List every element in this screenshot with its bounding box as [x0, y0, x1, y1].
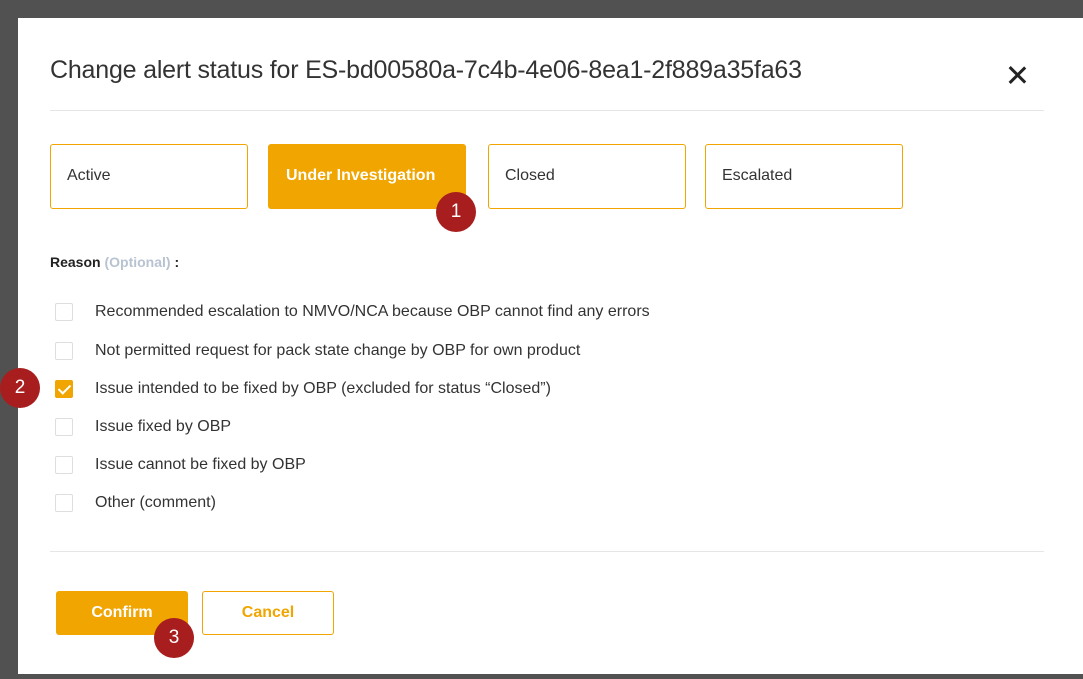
- close-icon[interactable]: [1002, 62, 1032, 92]
- reason-option-label: Issue fixed by OBP: [95, 418, 232, 435]
- cancel-button[interactable]: Cancel: [202, 591, 334, 635]
- status-option-under-investigation[interactable]: Under Investigation: [268, 144, 466, 209]
- status-option-active[interactable]: Active: [50, 144, 248, 209]
- step-marker-2: 2: [0, 368, 40, 408]
- reason-option-escalation[interactable]: Recommended escalation to NMVO/NCA becau…: [55, 301, 650, 323]
- reason-option-label: Recommended escalation to NMVO/NCA becau…: [95, 303, 650, 320]
- reason-option-cannot-fix[interactable]: Issue cannot be fixed by OBP: [55, 454, 306, 476]
- reason-colon: :: [174, 254, 180, 270]
- checkbox[interactable]: [55, 456, 73, 474]
- checkbox[interactable]: [55, 303, 73, 321]
- checkbox[interactable]: [55, 494, 73, 512]
- header-divider: [50, 110, 1044, 111]
- dialog-title: Change alert status for ES-bd00580a-7c4b…: [50, 56, 802, 84]
- reason-option-fixed[interactable]: Issue fixed by OBP: [55, 416, 231, 438]
- status-option-closed[interactable]: Closed: [488, 144, 686, 209]
- checkbox-checked[interactable]: [55, 380, 73, 398]
- change-status-dialog: Change alert status for ES-bd00580a-7c4b…: [18, 18, 1083, 674]
- status-option-escalated[interactable]: Escalated: [705, 144, 903, 209]
- reason-option-label: Other (comment): [95, 494, 216, 511]
- checkbox[interactable]: [55, 418, 73, 436]
- reason-option-label: Not permitted request for pack state cha…: [95, 342, 581, 359]
- step-marker-1: 1: [436, 192, 476, 232]
- step-marker-3: 3: [154, 618, 194, 658]
- reason-optional-text: (Optional): [104, 254, 171, 270]
- reason-option-label: Issue intended to be fixed by OBP (exclu…: [95, 380, 551, 397]
- reason-option-intended-fix[interactable]: Issue intended to be fixed by OBP (exclu…: [55, 378, 551, 400]
- reason-option-label: Issue cannot be fixed by OBP: [95, 456, 306, 473]
- checkbox[interactable]: [55, 342, 73, 360]
- reason-option-not-permitted[interactable]: Not permitted request for pack state cha…: [55, 340, 580, 362]
- reason-option-other[interactable]: Other (comment): [55, 492, 216, 514]
- footer-divider: [50, 551, 1044, 552]
- reason-label: Reason (Optional) :: [50, 254, 179, 270]
- reason-label-text: Reason: [50, 254, 101, 270]
